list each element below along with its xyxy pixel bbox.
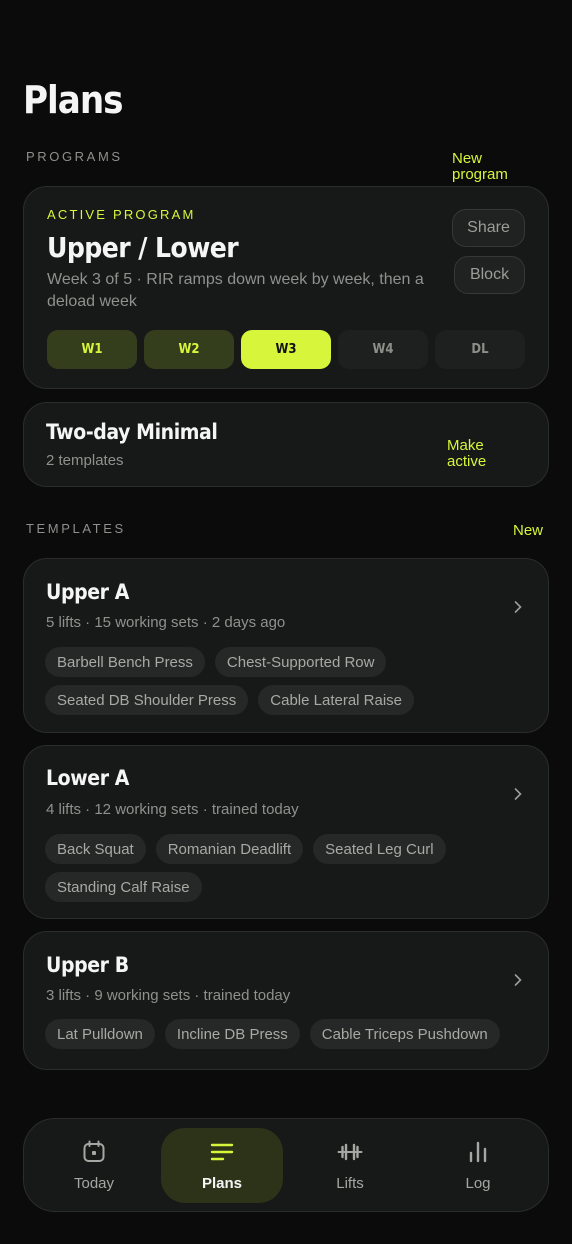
lift-chip: Chest-Supported Row (214, 647, 387, 677)
chevron-right-icon (514, 786, 526, 802)
tab-lifts[interactable]: Lifts (289, 1128, 411, 1203)
lift-chip: Back Squat (45, 834, 146, 864)
lift-chip: Cable Triceps Pushdown (309, 1019, 500, 1049)
template-name: Upper B (46, 953, 129, 977)
program-name: Two-day Minimal (46, 420, 218, 444)
lift-chip: Seated DB Shoulder Press (45, 685, 249, 715)
calendar-icon (81, 1139, 107, 1169)
week-selector: W1 W2 W3 W4 DL (47, 330, 525, 369)
templates-section-label: TEMPLATES (26, 521, 126, 536)
lift-chip: Standing Calf Raise (45, 872, 202, 902)
tab-label: Log (465, 1175, 491, 1192)
new-template-button[interactable]: New (513, 523, 543, 539)
lift-chip: Barbell Bench Press (45, 647, 205, 677)
template-meta: 4 lifts · 12 working sets · trained toda… (46, 801, 299, 818)
dumbbell-icon (337, 1139, 363, 1169)
template-name: Lower A (46, 766, 130, 790)
programs-section-label: PROGRAMS (26, 149, 123, 164)
lift-chip: Seated Leg Curl (313, 834, 446, 864)
active-program-description: Week 3 of 5 · RIR ramps down week by wee… (47, 271, 424, 310)
bottom-tab-bar: Today Plans Lifts Log (23, 1118, 549, 1212)
tab-label: Lifts (336, 1175, 364, 1192)
tab-plans[interactable]: Plans (161, 1128, 283, 1203)
template-lift-chips: Barbell Bench Press Chest-Supported Row … (45, 647, 525, 715)
chevron-right-icon (514, 972, 526, 988)
block-button[interactable]: Block (454, 256, 525, 294)
template-lift-chips: Back Squat Romanian Deadlift Seated Leg … (45, 834, 525, 902)
page-title: Plans (23, 78, 124, 122)
tab-today[interactable]: Today (33, 1128, 155, 1203)
new-program-button[interactable]: New program (452, 151, 508, 183)
active-program-name: Upper / Lower (47, 231, 239, 264)
tab-label: Today (73, 1175, 115, 1192)
active-program-card: ACTIVE PROGRAM Upper / Lower Week 3 of 5… (23, 186, 549, 389)
lift-chip: Lat Pulldown (45, 1019, 155, 1049)
week-w1-button[interactable]: W1 (47, 330, 137, 369)
tab-log[interactable]: Log (417, 1128, 539, 1203)
lift-chip: Romanian Deadlift (155, 834, 304, 864)
active-program-eyebrow: ACTIVE PROGRAM (47, 207, 196, 222)
template-card-upper-b[interactable]: Upper B 3 lifts · 9 working sets · train… (23, 931, 549, 1070)
program-card-two-day-minimal[interactable]: Two-day Minimal 2 templates Make active (23, 402, 549, 487)
program-meta: 2 templates (46, 452, 124, 469)
week-w3-button[interactable]: W3 (241, 330, 331, 369)
template-meta: 5 lifts · 15 working sets · 2 days ago (46, 614, 286, 631)
bar-chart-icon (465, 1139, 491, 1169)
template-name: Upper A (46, 580, 129, 604)
share-button[interactable]: Share (452, 209, 525, 247)
template-card-upper-a[interactable]: Upper A 5 lifts · 15 working sets · 2 da… (23, 558, 549, 733)
make-active-button[interactable]: Make active (447, 438, 486, 470)
template-card-lower-a[interactable]: Lower A 4 lifts · 12 working sets · trai… (23, 745, 549, 919)
week-w2-button[interactable]: W2 (144, 330, 234, 369)
chevron-right-icon (514, 599, 526, 615)
template-meta: 3 lifts · 9 working sets · trained today (46, 987, 291, 1004)
week-w4-button[interactable]: W4 (338, 330, 428, 369)
template-lift-chips: Lat Pulldown Incline DB Press Cable Tric… (45, 1019, 525, 1049)
week-deload-button[interactable]: DL (435, 330, 525, 369)
tab-label: Plans (201, 1175, 243, 1192)
lift-chip: Cable Lateral Raise (258, 685, 415, 715)
list-icon (209, 1139, 235, 1169)
lift-chip: Incline DB Press (164, 1019, 300, 1049)
